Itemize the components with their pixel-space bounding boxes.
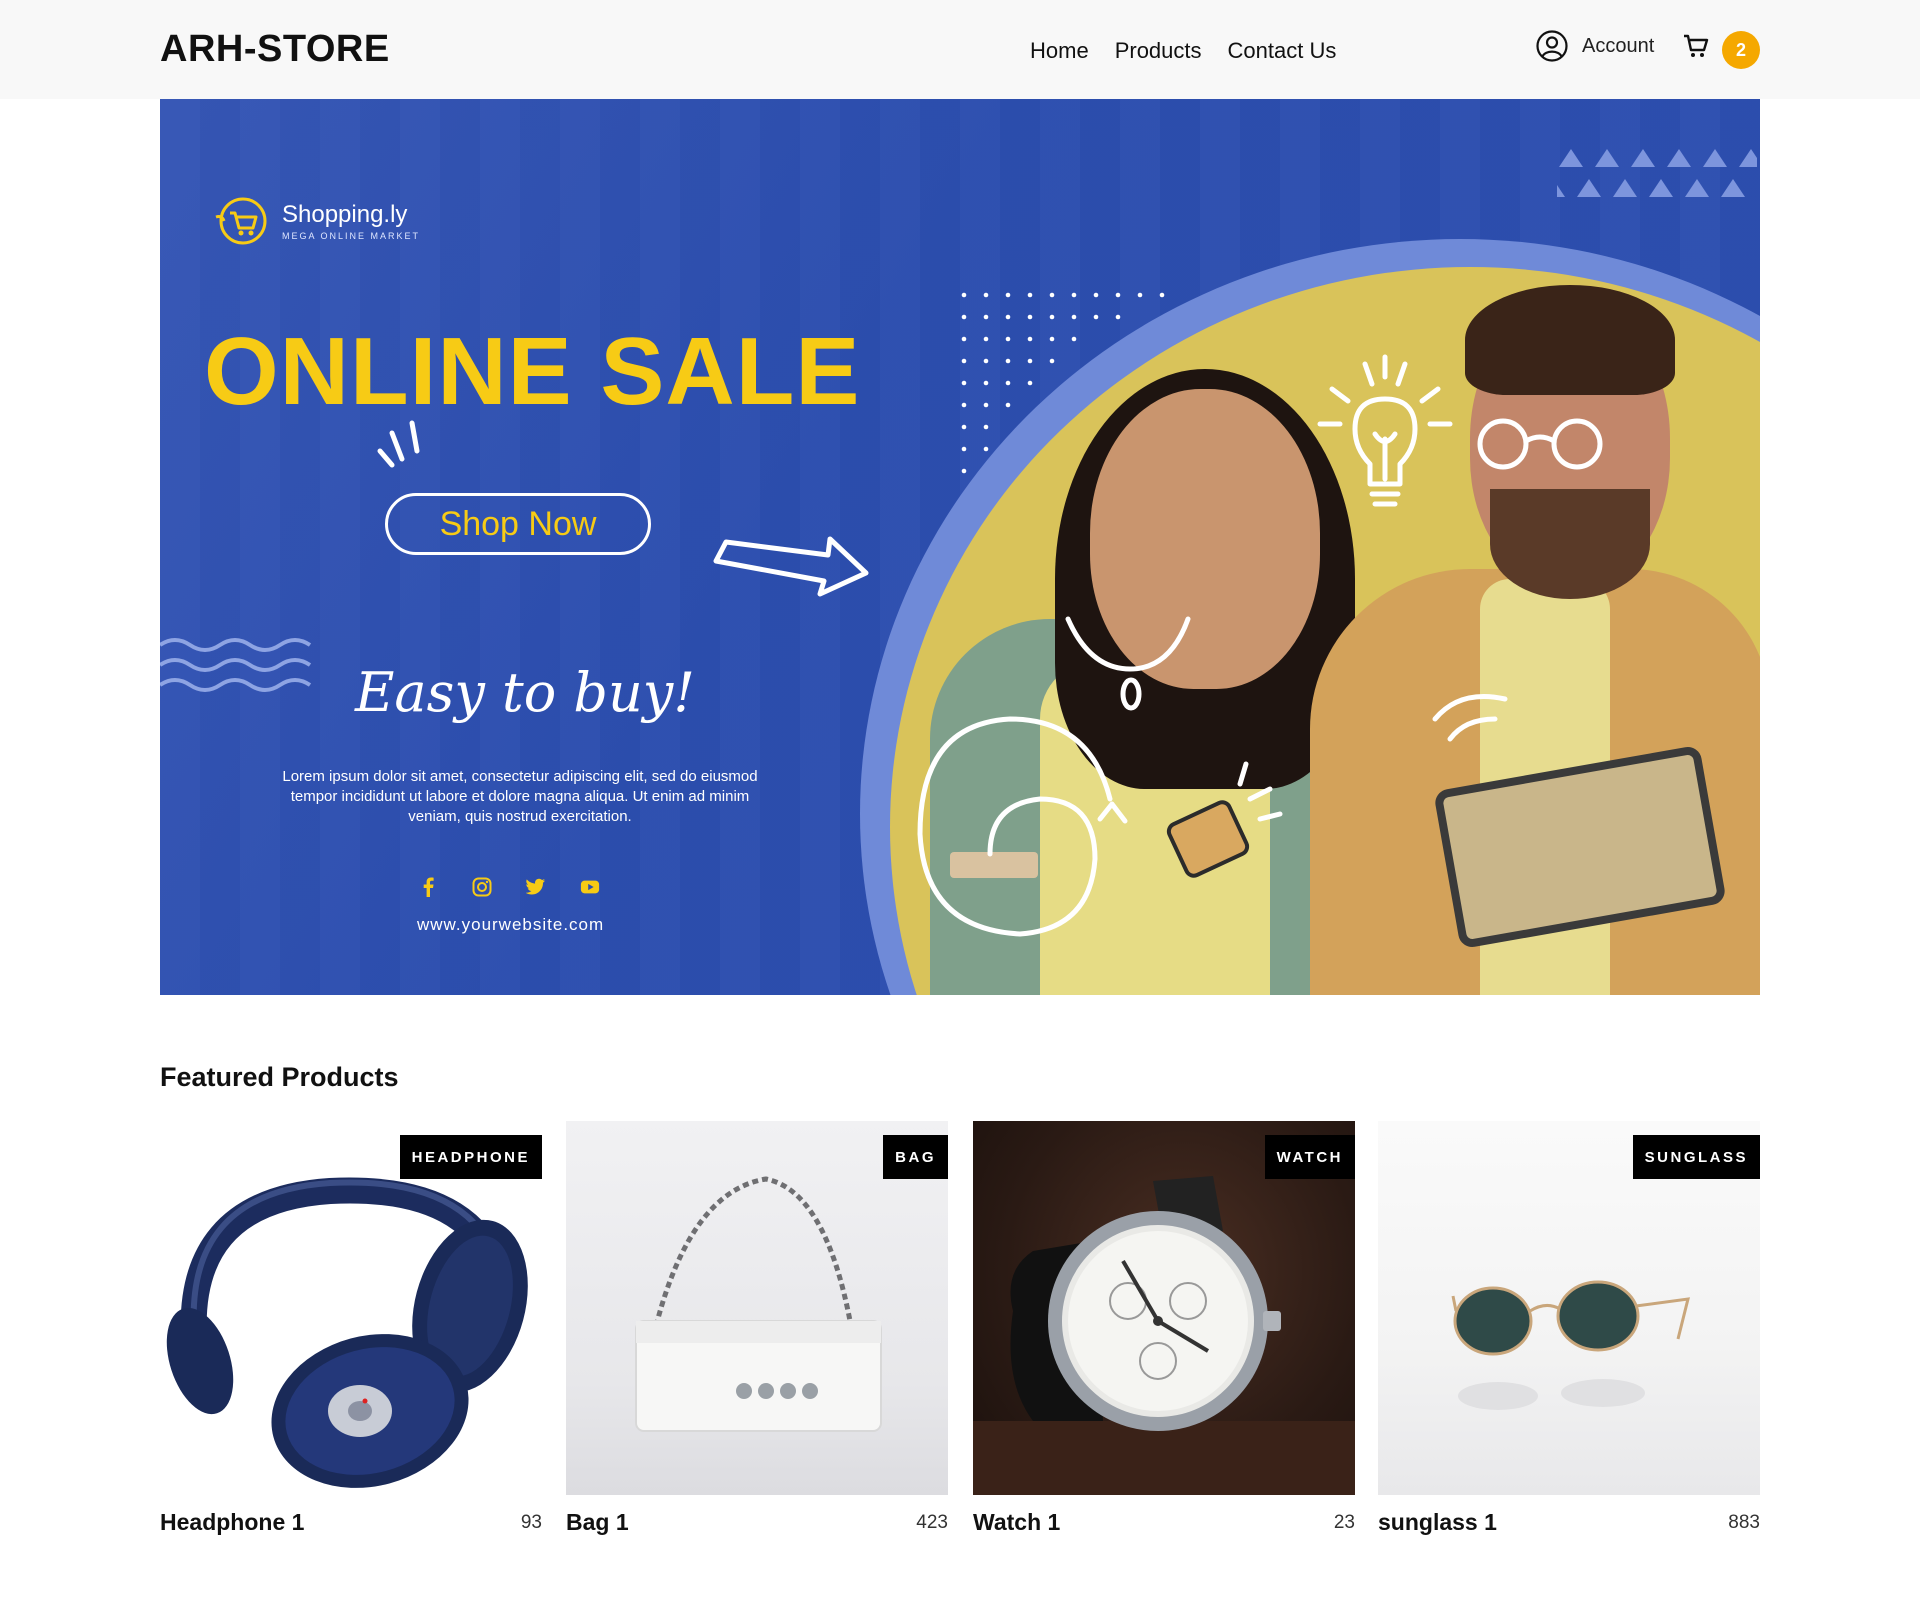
product-price: 93 <box>520 1512 542 1533</box>
website-url: www.yourwebsite.com <box>417 915 605 934</box>
store-logo[interactable]: ARH-STORE <box>160 28 390 71</box>
category-tag-watch: WATCH <box>1264 1135 1355 1179</box>
banner-description: Lorem ipsum dolor sit amet, consectetur … <box>282 768 758 825</box>
social-links <box>418 877 600 897</box>
product-price: 883 <box>1728 1512 1760 1533</box>
nav-contact-us[interactable]: Contact Us <box>1228 38 1337 64</box>
product-image-watch[interactable]: WATCH <box>973 1121 1355 1495</box>
category-tag-bag: BAG <box>883 1135 948 1179</box>
main-nav: Home Products Contact Us <box>1030 38 1336 64</box>
product-image-headphone[interactable]: HEADPHONE <box>160 1121 542 1495</box>
sale-headline: ONLINE SALE <box>204 318 861 425</box>
facebook-icon[interactable] <box>418 877 438 897</box>
nav-home[interactable]: Home <box>1030 38 1089 64</box>
category-tag-headphone: HEADPHONE <box>399 1135 542 1179</box>
nav-products[interactable]: Products <box>1115 38 1202 64</box>
easy-to-buy-text: Easy to buy! <box>355 661 695 724</box>
account-link[interactable]: Account <box>1536 30 1654 62</box>
shop-now-button[interactable]: Shop Now <box>385 493 651 555</box>
hero-banner: Shopping.ly MEGA ONLINE MARKET ONLINE SA… <box>160 99 1760 995</box>
brand-tagline: MEGA ONLINE MARKET <box>282 231 421 241</box>
category-tag-sunglass: SUNGLASS <box>1632 1135 1760 1179</box>
wave-pattern <box>160 638 312 692</box>
youtube-icon[interactable] <box>580 877 600 897</box>
product-image-bag[interactable]: BAG <box>566 1121 948 1495</box>
product-name[interactable]: sunglass 1 <box>1378 1509 1497 1536</box>
featured-products-heading: Featured Products <box>160 1062 399 1092</box>
product-price: 23 <box>1333 1512 1355 1533</box>
user-icon <box>1536 30 1568 62</box>
banner-brand: Shopping.ly MEGA ONLINE MARKET <box>212 195 420 247</box>
product-name[interactable]: Headphone 1 <box>160 1509 304 1536</box>
product-name[interactable]: Watch 1 <box>973 1509 1060 1536</box>
cart-count-badge: 2 <box>1722 31 1760 69</box>
account-label: Account <box>1582 34 1655 57</box>
instagram-icon[interactable] <box>472 877 492 897</box>
product-card-watch[interactable]: WATCH Watch 1 23 <box>973 1121 1355 1535</box>
product-card-headphone[interactable]: HEADPHONE Headphone 1 93 <box>160 1121 542 1535</box>
product-price: 423 <box>916 1512 948 1533</box>
cart-icon[interactable] <box>1682 32 1710 60</box>
product-name[interactable]: Bag 1 <box>566 1509 629 1536</box>
brand-name: Shopping.ly <box>282 201 408 228</box>
product-image-sunglass[interactable]: SUNGLASS <box>1378 1121 1760 1495</box>
product-card-bag[interactable]: BAG Bag 1 423 <box>566 1121 948 1535</box>
product-card-sunglass[interactable]: SUNGLASS sunglass 1 883 <box>1378 1121 1760 1535</box>
twitter-icon[interactable] <box>526 877 546 897</box>
shopping-cart-logo-icon <box>215 197 267 245</box>
brand-text-group: Shopping.ly MEGA ONLINE MARKET <box>282 201 420 241</box>
site-header: ARH-STORE Home Products Contact Us Accou… <box>0 0 1920 99</box>
